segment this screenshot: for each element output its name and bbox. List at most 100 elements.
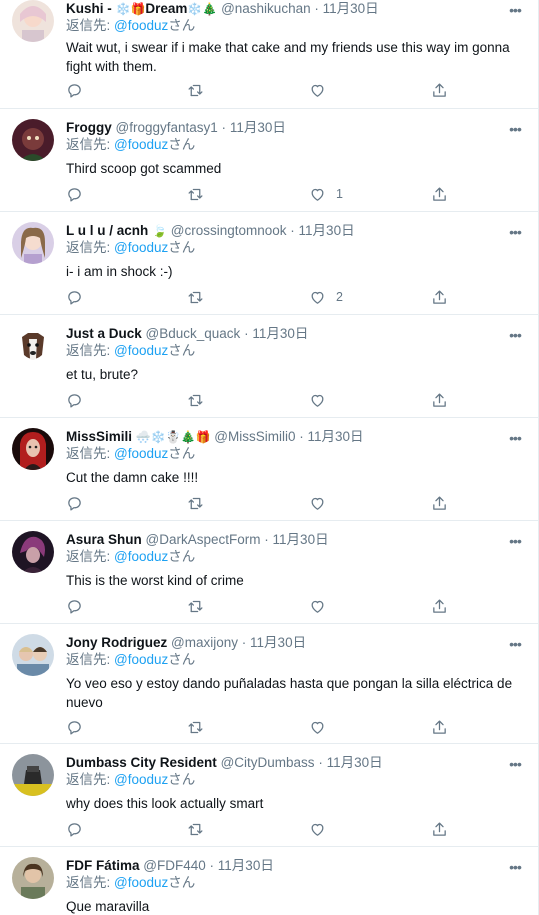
- reply-mention[interactable]: @fooduz: [114, 343, 168, 358]
- timestamp[interactable]: 11月30日: [308, 429, 364, 444]
- tweet[interactable]: L u l u / acnh 🍃 @crossingtomnook · 11月3…: [0, 212, 538, 315]
- share-button[interactable]: [431, 493, 448, 513]
- reply-mention[interactable]: @fooduz: [114, 549, 168, 564]
- reply-button[interactable]: [66, 80, 83, 100]
- retweet-button[interactable]: [187, 287, 204, 307]
- retweet-button[interactable]: [187, 717, 204, 737]
- timestamp[interactable]: 11月30日: [323, 1, 379, 16]
- share-button[interactable]: [431, 717, 448, 737]
- reply-mention[interactable]: @fooduz: [114, 18, 168, 33]
- like-button[interactable]: 1: [309, 184, 343, 204]
- avatar[interactable]: [12, 857, 54, 899]
- display-name[interactable]: L u l u / acnh: [66, 223, 148, 238]
- timestamp[interactable]: 11月30日: [230, 120, 286, 135]
- avatar[interactable]: [12, 428, 54, 470]
- tweet[interactable]: Just a Duck @Bduck_quack · 11月30日 ••• 返信…: [0, 315, 538, 418]
- tweet[interactable]: Froggy @froggyfantasy1 · 11月30日 ••• 返信先:…: [0, 109, 538, 212]
- more-options-icon[interactable]: •••: [505, 860, 525, 877]
- tweet[interactable]: Dumbass City Resident @CityDumbass · 11月…: [0, 744, 538, 847]
- like-button[interactable]: 2: [309, 287, 343, 307]
- handle[interactable]: @Bduck_quack: [146, 326, 241, 341]
- like-button[interactable]: [309, 717, 336, 737]
- avatar[interactable]: [12, 119, 54, 161]
- more-options-icon[interactable]: •••: [505, 431, 525, 448]
- display-name[interactable]: MissSimili: [66, 429, 132, 444]
- avatar[interactable]: [12, 222, 54, 264]
- reply-button[interactable]: [66, 717, 83, 737]
- share-button[interactable]: [431, 596, 448, 616]
- more-options-icon[interactable]: •••: [505, 225, 525, 242]
- handle[interactable]: @DarkAspectForm: [146, 532, 261, 547]
- avatar[interactable]: [12, 325, 54, 367]
- more-options-icon[interactable]: •••: [505, 757, 525, 774]
- display-name[interactable]: Jony Rodriguez: [66, 635, 167, 650]
- handle[interactable]: @nashikuchan: [221, 1, 311, 16]
- display-name[interactable]: Froggy: [66, 120, 112, 135]
- separator-dot: ·: [244, 326, 249, 341]
- retweet-button[interactable]: [187, 390, 204, 410]
- share-button[interactable]: [431, 80, 448, 100]
- retweet-button[interactable]: [187, 184, 204, 204]
- display-name[interactable]: FDF Fátima: [66, 858, 140, 873]
- handle[interactable]: @FDF440: [143, 858, 205, 873]
- retweet-button[interactable]: [187, 80, 204, 100]
- reply-context: 返信先: @fooduzさん: [66, 136, 195, 154]
- handle[interactable]: @CityDumbass: [221, 755, 315, 770]
- handle[interactable]: @froggyfantasy1: [116, 120, 218, 135]
- like-button[interactable]: [309, 596, 336, 616]
- timestamp[interactable]: 11月30日: [299, 223, 355, 238]
- timestamp[interactable]: 11月30日: [252, 326, 308, 341]
- more-options-icon[interactable]: •••: [505, 3, 525, 20]
- reply-button[interactable]: [66, 493, 83, 513]
- reply-mention[interactable]: @fooduz: [114, 875, 168, 890]
- more-options-icon[interactable]: •••: [505, 534, 525, 551]
- reply-button[interactable]: [66, 184, 83, 204]
- retweet-button[interactable]: [187, 493, 204, 513]
- tweet[interactable]: FDF Fátima @FDF440 · 11月30日 ••• 返信先: @fo…: [0, 847, 538, 915]
- tweet[interactable]: Asura Shun @DarkAspectForm · 11月30日 ••• …: [0, 521, 538, 624]
- timestamp[interactable]: 11月30日: [327, 755, 383, 770]
- timestamp[interactable]: 11月30日: [250, 635, 306, 650]
- timestamp[interactable]: 11月30日: [273, 532, 329, 547]
- display-name[interactable]: Dumbass City Resident: [66, 755, 217, 770]
- share-button[interactable]: [431, 819, 448, 839]
- retweet-button[interactable]: [187, 819, 204, 839]
- handle[interactable]: @MissSimili0: [214, 429, 295, 444]
- avatar[interactable]: [12, 754, 54, 796]
- reply-mention[interactable]: @fooduz: [114, 240, 168, 255]
- more-options-icon[interactable]: •••: [505, 328, 525, 345]
- tweet[interactable]: Jony Rodriguez @maxijony · 11月30日 ••• 返信…: [0, 624, 538, 744]
- timestamp[interactable]: 11月30日: [218, 858, 274, 873]
- avatar[interactable]: [12, 634, 54, 676]
- avatar[interactable]: [12, 0, 54, 42]
- retweet-icon: [188, 497, 203, 509]
- share-button[interactable]: [431, 287, 448, 307]
- retweet-button[interactable]: [187, 596, 204, 616]
- like-button[interactable]: [309, 493, 336, 513]
- like-button[interactable]: [309, 80, 336, 100]
- display-name-part[interactable]: Dream: [145, 1, 187, 16]
- display-name[interactable]: Kushi -: [66, 1, 116, 16]
- display-name[interactable]: Just a Duck: [66, 326, 142, 341]
- handle[interactable]: @crossingtomnook: [171, 223, 287, 238]
- share-icon: [433, 186, 446, 201]
- more-options-icon[interactable]: •••: [505, 122, 525, 139]
- tweet[interactable]: MissSimili 🌨️❄️☃️🎄🎁 @MissSimili0 · 11月30…: [0, 418, 538, 521]
- reply-mention[interactable]: @fooduz: [114, 652, 168, 667]
- reply-mention[interactable]: @fooduz: [114, 772, 168, 787]
- avatar[interactable]: [12, 531, 54, 573]
- reply-button[interactable]: [66, 819, 83, 839]
- reply-button[interactable]: [66, 390, 83, 410]
- like-button[interactable]: [309, 390, 336, 410]
- like-button[interactable]: [309, 819, 336, 839]
- share-button[interactable]: [431, 184, 448, 204]
- tweet[interactable]: Kushi - ❄️🎁Dream❄️🎄 @nashikuchan · 11月30…: [0, 0, 538, 109]
- reply-mention[interactable]: @fooduz: [114, 137, 168, 152]
- reply-button[interactable]: [66, 287, 83, 307]
- handle[interactable]: @maxijony: [171, 635, 238, 650]
- display-name[interactable]: Asura Shun: [66, 532, 142, 547]
- share-button[interactable]: [431, 390, 448, 410]
- reply-button[interactable]: [66, 596, 83, 616]
- reply-mention[interactable]: @fooduz: [114, 446, 168, 461]
- more-options-icon[interactable]: •••: [505, 637, 525, 654]
